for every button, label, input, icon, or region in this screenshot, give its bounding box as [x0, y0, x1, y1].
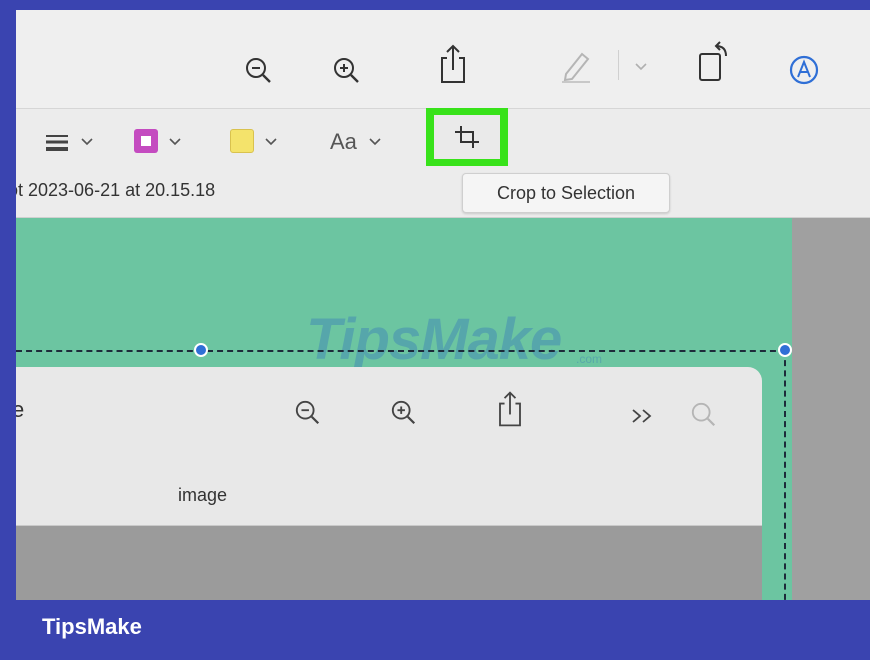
crop-highlight [426, 108, 508, 166]
crop-tooltip: Crop to Selection [462, 173, 670, 213]
chevron-down-icon[interactable] [368, 137, 382, 147]
zoom-in-icon [391, 400, 416, 425]
embedded-window-content [16, 525, 762, 600]
share-icon [499, 391, 521, 427]
canvas-margin [792, 218, 870, 600]
zoom-out-icon [295, 400, 320, 425]
frame-top [0, 0, 870, 10]
embedded-window-title: e [16, 397, 25, 422]
toolbar-divider [618, 50, 619, 80]
footer-banner: TipsMake [0, 600, 870, 660]
rotate-icon[interactable] [696, 38, 732, 84]
selection-border-right [784, 350, 786, 600]
crop-icon [455, 126, 479, 148]
annotate-icon[interactable] [788, 54, 820, 86]
chevron-double-right-icon [632, 409, 652, 423]
chevron-down-icon[interactable] [168, 137, 182, 147]
embedded-window-subtitle: image [178, 485, 228, 505]
frame-left [0, 0, 16, 600]
watermark-domain: .com [576, 352, 603, 366]
search-icon [691, 402, 716, 427]
chevron-down-icon[interactable] [634, 62, 648, 72]
preview-window: Aa ot 2023-06-21 at 20.15.18 Crop to Sel… [16, 10, 870, 600]
chevron-down-icon[interactable] [80, 137, 94, 147]
chevron-down-icon[interactable] [264, 137, 278, 147]
share-icon[interactable] [438, 42, 468, 86]
selection-border-top [16, 350, 786, 352]
selection-handle-top-right[interactable] [778, 343, 792, 357]
watermark-logo: TipsMake [306, 307, 562, 372]
font-button[interactable]: Aa [330, 129, 357, 155]
main-toolbar [16, 10, 870, 109]
border-color-swatch[interactable] [134, 129, 158, 153]
crop-button[interactable] [434, 115, 500, 159]
brand-logo-text: TipsMake [42, 614, 142, 639]
document-filename: ot 2023-06-21 at 20.15.18 [16, 180, 216, 200]
border-color-swatch-inner [141, 136, 151, 146]
embedded-window: e image [16, 367, 762, 600]
zoom-out-icon[interactable] [244, 56, 274, 86]
line-style-icon[interactable] [44, 131, 70, 153]
selection-handle-top-middle[interactable] [194, 343, 208, 357]
pencil-icon[interactable] [558, 48, 594, 84]
zoom-in-icon[interactable] [332, 56, 362, 86]
fill-color-swatch[interactable] [230, 129, 254, 153]
